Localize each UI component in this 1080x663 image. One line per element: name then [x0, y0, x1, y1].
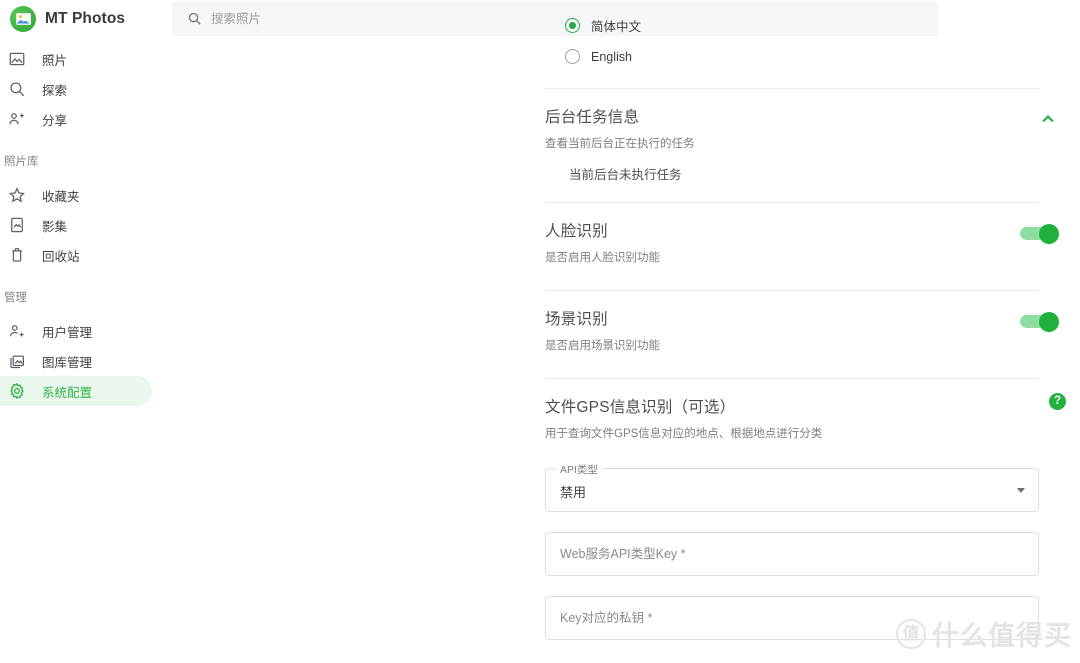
gps-section: 文件GPS信息识别（可选） 用于查询文件GPS信息对应的地点、根据地点进行分类 … — [504, 379, 1080, 441]
sidebar-item-library-management[interactable]: 图库管理 — [0, 346, 152, 376]
settings-panel: 简体中文 English 后台任务信息 查看当前后台正在执行的任务 当前后台未执… — [504, 0, 1080, 663]
sidebar-item-label: 探索 — [42, 83, 68, 98]
sidebar-item-photos[interactable]: 照片 — [0, 44, 152, 74]
sidebar-item-user-management[interactable]: 用户管理 — [0, 316, 152, 346]
sidebar-item-system-config[interactable]: 系统配置 — [0, 376, 152, 406]
user-manage-icon — [8, 322, 26, 340]
chevron-up-icon[interactable] — [1038, 109, 1058, 129]
api-key-field — [504, 532, 1080, 576]
api-secret-input[interactable] — [545, 596, 1039, 640]
people-share-icon — [8, 110, 26, 128]
sidebar-item-label: 影集 — [42, 219, 68, 234]
section-subtitle: 是否启用场景识别功能 — [545, 340, 660, 352]
search-icon — [8, 80, 26, 98]
background-tasks-status: 当前后台未执行任务 — [569, 168, 682, 182]
trash-icon — [8, 246, 26, 264]
app-root: MT Photos 照片 — [0, 0, 1080, 663]
radio-icon — [565, 49, 580, 64]
section-subtitle: 查看当前后台正在执行的任务 — [545, 138, 695, 150]
question-mark-icon[interactable]: ? — [1049, 393, 1066, 410]
api-type-label: API类型 — [556, 462, 602, 477]
sidebar-item-label: 分享 — [42, 113, 68, 128]
api-key-input[interactable] — [545, 532, 1039, 576]
section-title: 后台任务信息 — [545, 109, 640, 126]
sidebar-item-label: 回收站 — [42, 249, 80, 264]
sidebar-item-trash[interactable]: 回收站 — [0, 240, 152, 270]
chevron-down-icon — [1017, 488, 1025, 493]
section-subtitle: 用于查询文件GPS信息对应的地点、根据地点进行分类 — [545, 428, 823, 440]
language-option-label: 简体中文 — [591, 20, 642, 34]
sidebar-item-share[interactable]: 分享 — [0, 104, 152, 134]
brand[interactable]: MT Photos — [0, 5, 165, 32]
sidebar-item-label: 收藏夹 — [42, 189, 80, 204]
brand-name: MT Photos — [45, 9, 126, 27]
api-secret-field — [504, 596, 1080, 640]
sidebar-item-label: 图库管理 — [42, 355, 93, 370]
album-icon — [8, 216, 26, 234]
search-icon — [188, 12, 201, 25]
scene-recognition-toggle[interactable] — [1020, 312, 1060, 332]
sidebar-group-manage: 管理 — [4, 292, 27, 304]
library-manage-icon — [8, 352, 26, 370]
section-title: 场景识别 — [545, 311, 608, 328]
sidebar-item-label: 用户管理 — [42, 325, 93, 340]
star-icon — [8, 186, 26, 204]
radio-icon — [565, 18, 580, 33]
app-logo-icon — [10, 5, 36, 32]
section-title: 人脸识别 — [545, 223, 608, 240]
sidebar-item-albums[interactable]: 影集 — [0, 210, 152, 240]
sidebar-item-favorites[interactable]: 收藏夹 — [0, 180, 152, 210]
api-type-value: 禁用 — [560, 485, 587, 500]
api-type-field: API类型 禁用 — [504, 462, 1080, 512]
sidebar: 照片 探索 分享 照片库 收藏夹 影集 回收站 管理 用户管理 图库管理 系统配… — [0, 44, 170, 663]
face-recognition-section: 人脸识别 是否启用人脸识别功能 — [504, 203, 1080, 265]
photo-icon — [8, 50, 26, 68]
scene-recognition-section: 场景识别 是否启用场景识别功能 — [504, 291, 1080, 353]
language-option-label: English — [591, 49, 632, 64]
section-title: 文件GPS信息识别（可选） — [545, 399, 736, 416]
language-option-chinese[interactable]: 简体中文 — [504, 10, 1080, 41]
background-tasks-section: 后台任务信息 查看当前后台正在执行的任务 当前后台未执行任务 — [504, 89, 1080, 183]
face-recognition-toggle[interactable] — [1020, 224, 1060, 244]
language-option-english[interactable]: English — [504, 41, 1080, 72]
sidebar-group-library: 照片库 — [4, 156, 39, 168]
gear-icon — [8, 382, 26, 400]
sidebar-item-label: 照片 — [42, 53, 68, 68]
sidebar-item-explore[interactable]: 探索 — [0, 74, 152, 104]
api-type-select[interactable]: API类型 禁用 — [545, 462, 1039, 512]
section-subtitle: 是否启用人脸识别功能 — [545, 252, 660, 264]
sidebar-item-label: 系统配置 — [42, 385, 93, 400]
